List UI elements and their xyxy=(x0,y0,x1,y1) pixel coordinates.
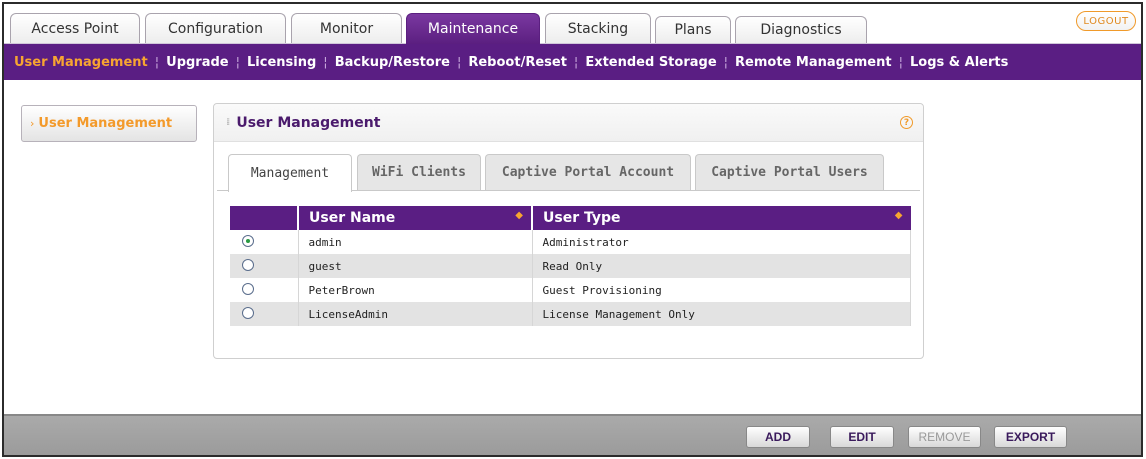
user-type-cell: Read Only xyxy=(532,254,911,278)
panel-header: ⁞⁞ User Management ? xyxy=(214,104,923,142)
radio-button[interactable] xyxy=(242,258,254,271)
tab-diagnostics[interactable]: Diagnostics xyxy=(735,16,867,43)
left-nav-user-management[interactable]: › User Management xyxy=(21,105,197,142)
column-header-label: User Name xyxy=(309,210,396,226)
help-icon[interactable]: ? xyxy=(900,116,913,129)
radio-button-selected[interactable] xyxy=(242,234,254,247)
submenu-separator: ¦ xyxy=(723,54,729,70)
submenu-separator: ¦ xyxy=(573,54,579,70)
column-header-user-type[interactable]: User Type ◆ xyxy=(532,206,911,230)
column-header-label: User Type xyxy=(543,210,621,226)
submenu-remote-management[interactable]: Remote Management xyxy=(735,55,892,70)
user-name-cell: LicenseAdmin xyxy=(298,302,533,326)
tab-maintenance[interactable]: Maintenance xyxy=(406,13,540,44)
tab-captive-portal-users[interactable]: Captive Portal Users xyxy=(695,154,884,190)
radio-button[interactable] xyxy=(242,306,254,319)
submenu-user-management[interactable]: User Management xyxy=(14,55,148,70)
submenu-separator: ¦ xyxy=(154,54,160,70)
table-row[interactable]: admin Administrator xyxy=(230,230,911,254)
submenu-reboot-reset[interactable]: Reboot/Reset xyxy=(468,55,567,70)
user-name-cell: PeterBrown xyxy=(298,278,533,302)
panel-title: User Management xyxy=(236,114,381,131)
submenu-backup-restore[interactable]: Backup/Restore xyxy=(335,55,450,70)
select-column-header xyxy=(230,206,299,230)
row-select-cell[interactable] xyxy=(230,254,299,278)
edit-button[interactable]: EDIT xyxy=(830,426,894,448)
chevron-right-icon: › xyxy=(30,117,35,130)
tab-captive-portal-account[interactable]: Captive Portal Account xyxy=(485,154,691,190)
user-type-cell: Guest Provisioning xyxy=(532,278,911,302)
tab-monitor[interactable]: Monitor xyxy=(291,13,402,43)
top-tab-bar: Access Point Configuration Monitor Maint… xyxy=(4,4,1141,44)
user-name-cell: admin xyxy=(298,230,533,254)
submenu-separator: ¦ xyxy=(323,54,328,70)
submenu-extended-storage[interactable]: Extended Storage xyxy=(585,55,716,70)
tab-plans[interactable]: Plans xyxy=(655,16,731,43)
table-header-row: User Name ◆ User Type ◆ xyxy=(230,206,911,230)
row-select-cell[interactable] xyxy=(230,302,299,326)
table-row[interactable]: LicenseAdmin License Management Only xyxy=(230,302,911,326)
drag-handle-icon: ⁞⁞ xyxy=(226,117,231,128)
row-select-cell[interactable] xyxy=(230,278,299,302)
submenu-logs-alerts[interactable]: Logs & Alerts xyxy=(910,55,1008,70)
table-row[interactable]: guest Read Only xyxy=(230,254,911,278)
user-management-panel: ⁞⁞ User Management ? Management WiFi Cli… xyxy=(213,103,924,359)
tab-configuration[interactable]: Configuration xyxy=(145,13,286,43)
submenu-licensing[interactable]: Licensing xyxy=(247,55,316,70)
submenu-separator: ¦ xyxy=(898,54,903,70)
left-nav-label: User Management xyxy=(38,116,173,131)
export-button[interactable]: EXPORT xyxy=(994,426,1067,448)
user-type-cell: Administrator xyxy=(532,230,911,254)
submenu-separator: ¦ xyxy=(235,54,241,70)
table-row[interactable]: PeterBrown Guest Provisioning xyxy=(230,278,911,302)
logout-button[interactable]: LOGOUT xyxy=(1076,11,1136,31)
add-button[interactable]: ADD xyxy=(746,426,810,448)
submenu-bar: User Management ¦ Upgrade ¦ Licensing ¦ … xyxy=(4,44,1141,80)
user-type-cell: License Management Only xyxy=(532,302,911,326)
users-table: User Name ◆ User Type ◆ admin Administra… xyxy=(230,206,911,326)
tab-stacking[interactable]: Stacking xyxy=(545,13,651,43)
tab-access-point[interactable]: Access Point xyxy=(10,13,140,43)
radio-button[interactable] xyxy=(242,282,254,295)
user-name-cell: guest xyxy=(298,254,533,278)
tab-wifi-clients[interactable]: WiFi Clients xyxy=(357,154,481,190)
column-header-user-name[interactable]: User Name ◆ xyxy=(298,206,533,230)
app-window: Access Point Configuration Monitor Maint… xyxy=(2,2,1143,457)
sort-icon[interactable]: ◆ xyxy=(895,210,903,221)
tab-management[interactable]: Management xyxy=(228,154,352,192)
row-select-cell[interactable] xyxy=(230,230,299,254)
sort-icon[interactable]: ◆ xyxy=(515,210,523,221)
submenu-upgrade[interactable]: Upgrade xyxy=(166,55,228,70)
submenu-separator: ¦ xyxy=(456,54,462,70)
action-bar: ADD EDIT REMOVE EXPORT xyxy=(4,414,1141,455)
remove-button[interactable]: REMOVE xyxy=(908,426,981,448)
